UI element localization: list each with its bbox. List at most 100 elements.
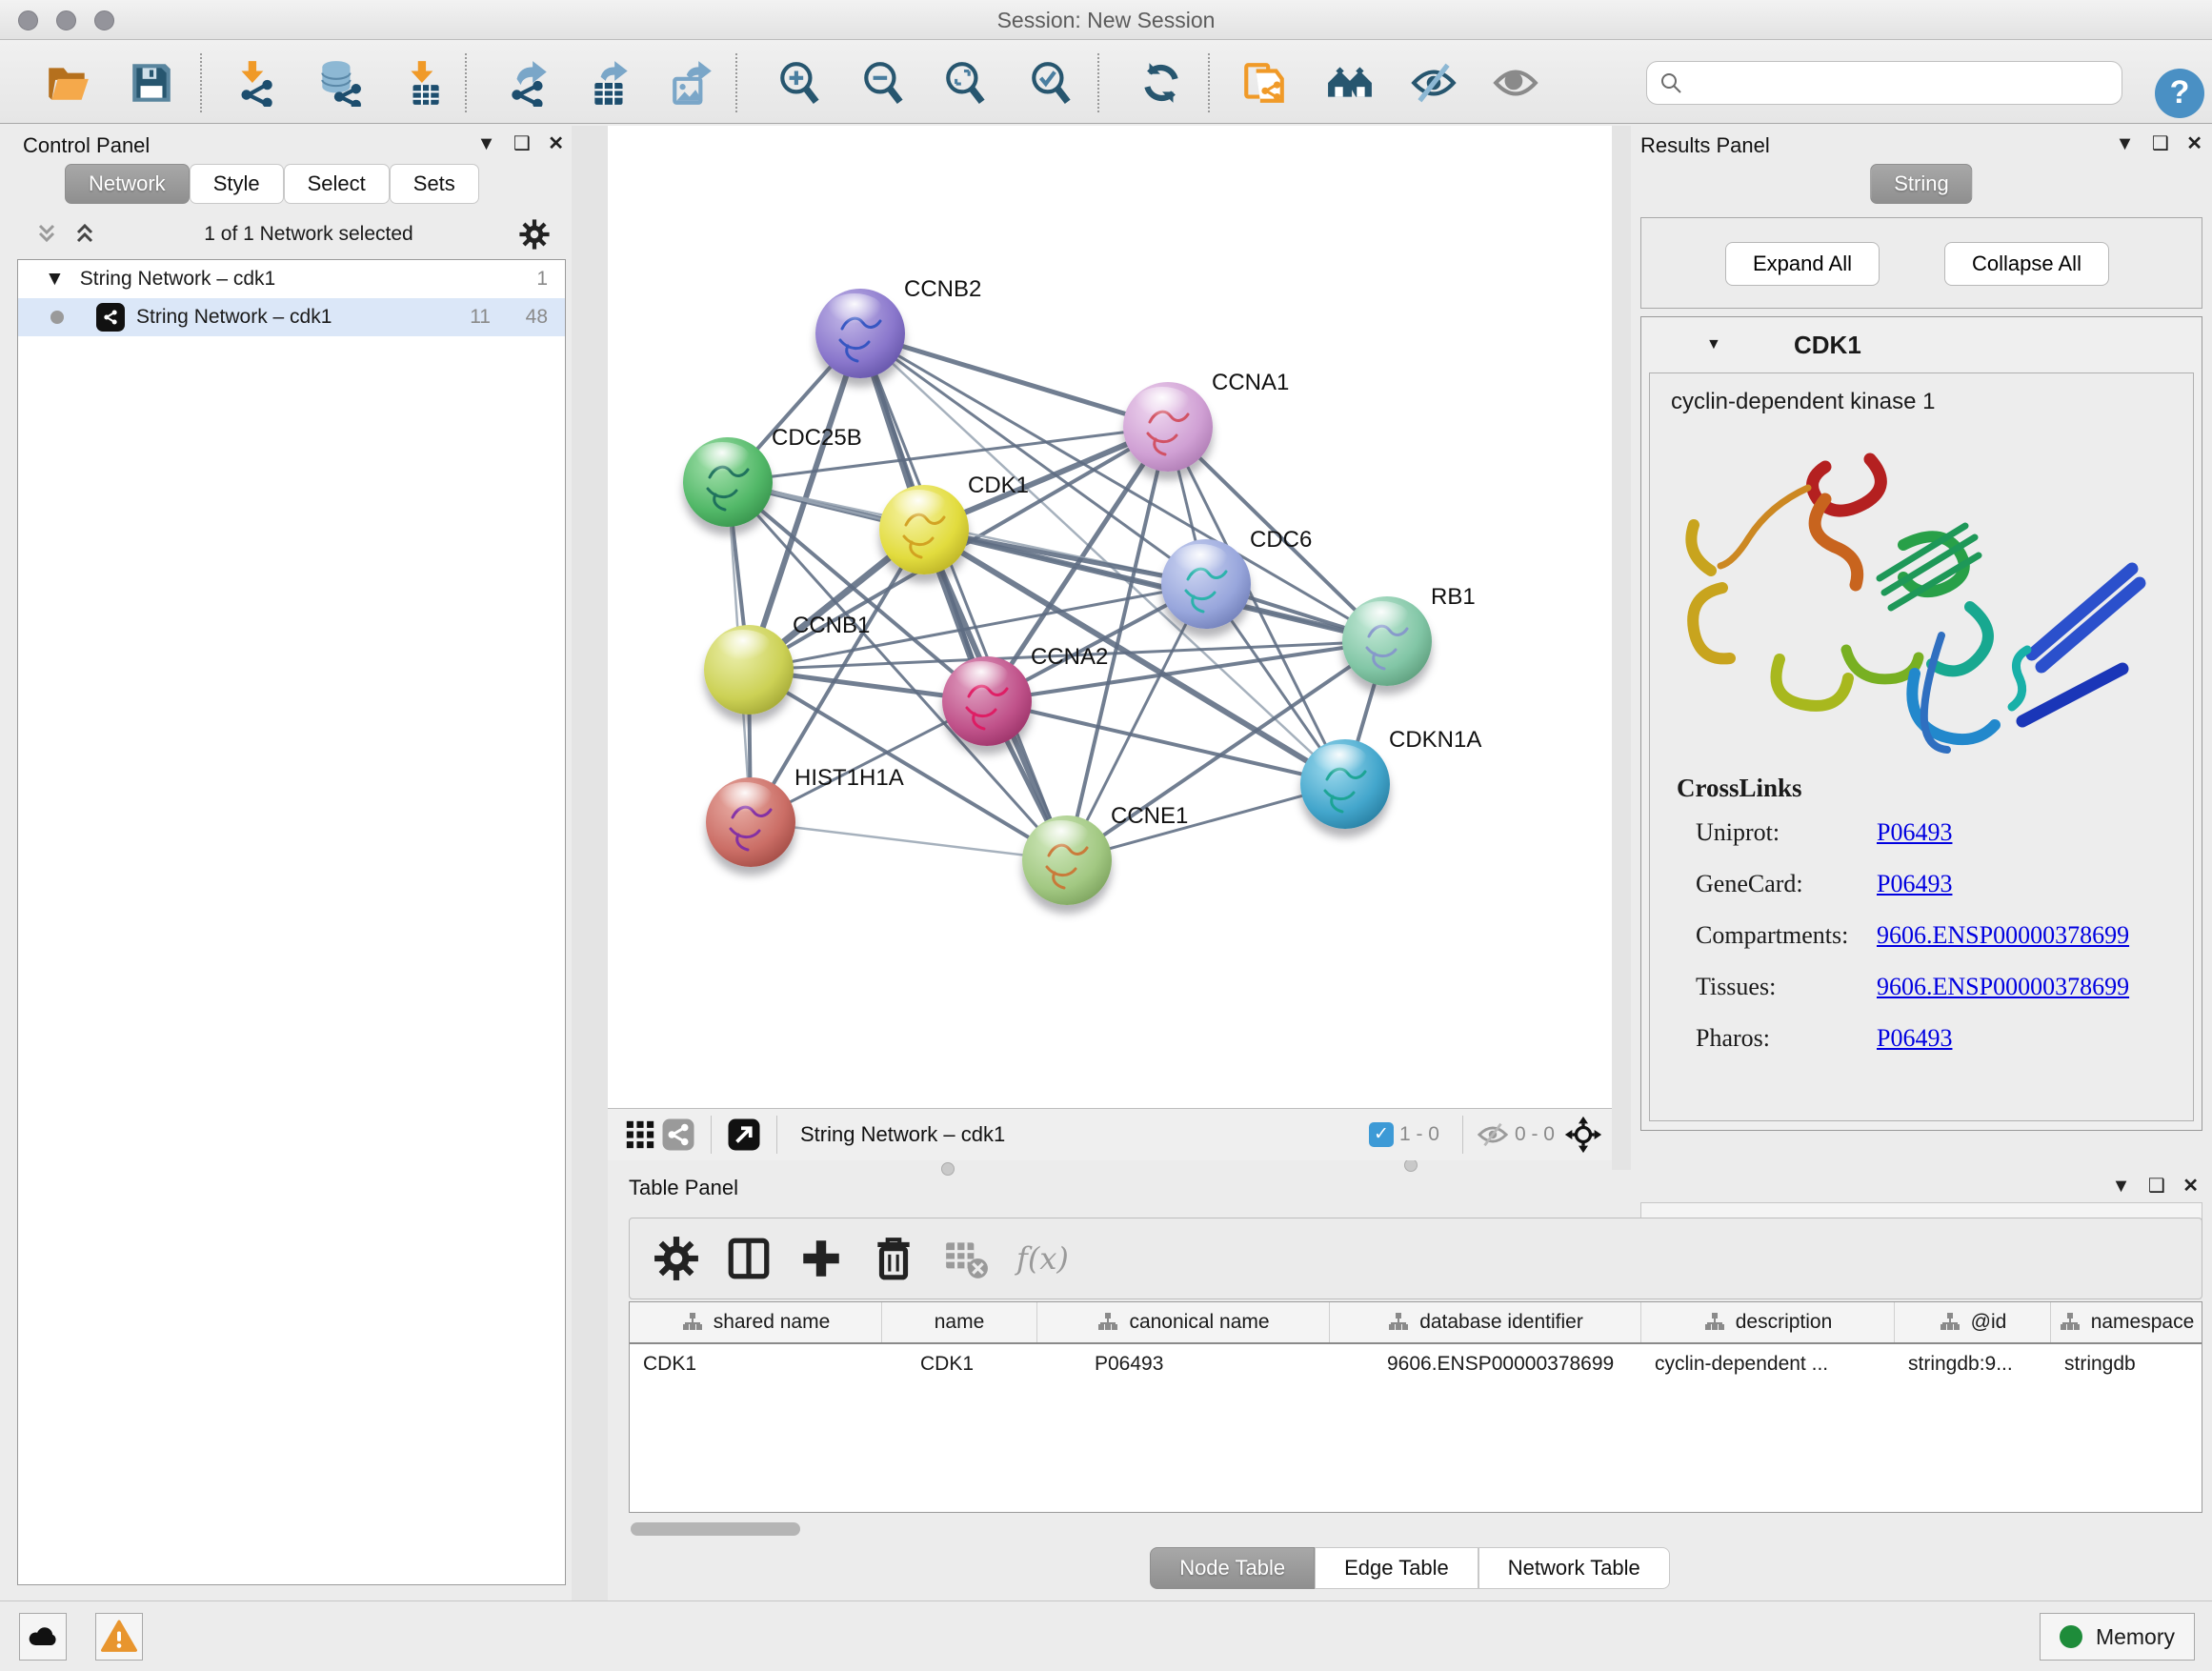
search-input[interactable] [1683,72,2102,94]
gene-section-header[interactable]: ▼ CDK1 [1641,317,2202,372]
duplicate-network-icon[interactable] [1238,57,1290,109]
import-network-icon[interactable] [229,57,280,109]
tab-select[interactable]: Select [284,164,390,204]
panel-menu-icon[interactable]: ▼ [2116,133,2135,155]
tab-network[interactable]: Network [65,164,190,204]
column-header-shared-name[interactable]: shared name [630,1302,882,1342]
collection-expand-icon[interactable]: ▼ [45,268,65,291]
zoom-fit-icon[interactable] [939,57,991,109]
node-CCNA1[interactable] [1123,382,1213,472]
export-image-icon[interactable] [667,57,718,109]
network-canvas[interactable]: CCNB2CCNA1CDC25BCDK1CDC6RB1CCNB1CCNA2CDK… [608,126,1612,1108]
tab-node-table[interactable]: Node Table [1150,1547,1315,1589]
column-header-database-identifier[interactable]: database identifier [1330,1302,1641,1342]
expand-all-button[interactable]: Expand All [1725,242,1880,286]
tab-string[interactable]: String [1870,164,1972,204]
node-label-CDKN1A: CDKN1A [1389,727,1481,754]
close-panel-icon[interactable]: ✕ [548,131,564,155]
table-row[interactable]: CDK1 CDK1 P06493 9606.ENSP00000378699 cy… [630,1344,2202,1384]
column-header-id[interactable]: @id [1895,1302,2051,1342]
node-CCNB2[interactable] [815,289,905,378]
cell-database-identifier[interactable]: 9606.ENSP00000378699 [1330,1344,1641,1384]
network-share-icon[interactable] [659,1116,697,1154]
tab-network-table[interactable]: Network Table [1478,1547,1670,1589]
panel-menu-icon[interactable]: ▼ [2112,1176,2131,1198]
close-panel-icon[interactable]: ✕ [2186,131,2202,155]
zoom-out-icon[interactable] [857,57,909,109]
cell-shared-name[interactable]: CDK1 [630,1344,882,1384]
delete-column-icon[interactable] [868,1233,919,1284]
memory-button[interactable]: Memory [2040,1613,2195,1661]
left-splitter[interactable] [572,126,608,1601]
float-panel-icon[interactable]: ❑ [2148,1174,2165,1198]
network-collection-row[interactable]: ▼ String Network – cdk1 1 [18,260,565,298]
cell-name[interactable]: CDK1 [882,1344,1037,1384]
node-CDC6[interactable] [1161,539,1251,629]
node-CCNA2[interactable] [942,656,1032,746]
add-column-icon[interactable] [795,1233,847,1284]
tab-edge-table[interactable]: Edge Table [1315,1547,1478,1589]
cell-canonical-name[interactable]: P06493 [1037,1344,1330,1384]
node-CCNE1[interactable] [1022,815,1112,905]
save-session-icon[interactable] [126,57,177,109]
node-CDKN1A[interactable] [1300,739,1390,829]
crosslink-pharos[interactable]: P06493 [1877,1024,1952,1053]
node-RB1[interactable] [1342,596,1432,686]
float-panel-icon[interactable]: ❑ [2152,131,2169,155]
table-settings-icon[interactable] [651,1233,702,1284]
open-session-icon[interactable] [42,57,93,109]
collapse-all-button[interactable]: Collapse All [1944,242,2109,286]
crosslink-uniprot[interactable]: P06493 [1877,818,1952,847]
home-icon[interactable] [1324,57,1376,109]
column-header-canonical-name[interactable]: canonical name [1037,1302,1330,1342]
right-splitter[interactable] [1612,126,1631,1170]
crosslink-compartments[interactable]: 9606.ENSP00000378699 [1877,921,2129,950]
gear-icon[interactable] [518,218,551,251]
node-CDC25B[interactable] [683,437,773,527]
network-row-selected[interactable]: String Network – cdk1 11 48 [18,298,565,336]
node-CCNB1[interactable] [704,625,794,715]
column-header-description[interactable]: description [1641,1302,1895,1342]
fit-content-icon[interactable] [1564,1116,1602,1154]
node-table: shared name name canonical name database… [629,1301,2202,1513]
panel-menu-icon[interactable]: ▼ [477,133,496,155]
hide-selected-icon[interactable] [1408,57,1459,109]
float-panel-icon[interactable]: ❑ [513,131,531,155]
import-database-icon[interactable] [312,57,364,109]
warning-icon[interactable] [95,1613,143,1661]
export-network-icon[interactable] [503,57,554,109]
column-header-namespace[interactable]: namespace [2051,1302,2202,1342]
cell-description[interactable]: cyclin-dependent ... [1641,1344,1895,1384]
section-collapse-icon[interactable]: ▼ [1706,336,1721,353]
collapse-all-icon[interactable] [32,220,61,249]
close-panel-icon[interactable]: ✕ [2182,1174,2199,1198]
expand-all-icon[interactable] [70,220,99,249]
show-columns-icon[interactable] [723,1233,774,1284]
help-icon[interactable]: ? [2155,69,2204,118]
crosslink-genecard[interactable]: P06493 [1877,870,1952,898]
zoom-in-icon[interactable] [774,57,825,109]
table-hscrollbar-thumb[interactable] [631,1522,800,1536]
refresh-icon[interactable] [1136,57,1187,109]
network-edges[interactable] [608,126,1612,1108]
export-table-icon[interactable] [585,57,636,109]
cell-namespace[interactable]: stringdb [2051,1344,2202,1384]
tab-style[interactable]: Style [190,164,284,204]
import-table-icon[interactable] [398,57,450,109]
selected-nodes-checkbox[interactable]: ✓ [1369,1122,1394,1147]
delete-table-icon[interactable] [940,1233,992,1284]
hidden-eye-icon[interactable] [1477,1118,1509,1151]
node-HIST1H1A[interactable] [706,777,795,867]
cloud-icon[interactable] [19,1613,67,1661]
open-in-window-icon[interactable] [725,1116,763,1154]
network-view-title: String Network – cdk1 [800,1122,1369,1147]
function-builder-icon[interactable]: f(x) [1016,1240,1069,1277]
crosslink-tissues[interactable]: 9606.ENSP00000378699 [1877,973,2129,1001]
column-header-name[interactable]: name [882,1302,1037,1342]
tab-sets[interactable]: Sets [390,164,479,204]
birdseye-view-icon[interactable] [621,1116,659,1154]
cell-id[interactable]: stringdb:9... [1895,1344,2051,1384]
zoom-selected-icon[interactable] [1025,57,1076,109]
node-CDK1[interactable] [879,485,969,574]
show-all-icon[interactable] [1490,57,1541,109]
